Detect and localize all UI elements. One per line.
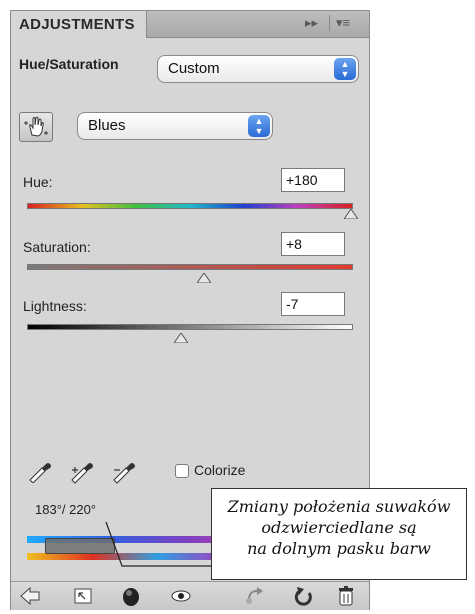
color-range-stepper-icon: ▲ ▼: [248, 115, 270, 137]
lightness-slider-track[interactable]: [27, 324, 353, 330]
hue-value-field[interactable]: +180: [281, 168, 345, 192]
expand-panel-icon[interactable]: ▸▸: [305, 15, 318, 31]
annotation-leader-line: [105, 521, 212, 567]
adjustments-tab[interactable]: ADJUSTMENTS: [11, 11, 147, 38]
lightness-slider-thumb[interactable]: [174, 333, 188, 343]
preset-select[interactable]: Custom ▲ ▼: [157, 55, 359, 83]
eyedropper-subtract-icon[interactable]: [111, 459, 137, 485]
mask-icon[interactable]: [121, 585, 141, 607]
annotation-line-2: odzwierciedlane są: [261, 518, 417, 537]
bottom-toolbar: [11, 581, 369, 610]
hue-slider-track[interactable]: [27, 203, 353, 209]
clip-layer-icon[interactable]: [73, 586, 95, 606]
color-range-value: Blues: [88, 117, 126, 134]
annotation-line-1: Zmiany położenia suwaków: [227, 497, 451, 516]
preset-stepper-icon: ▲ ▼: [334, 58, 356, 80]
hue-slider-thumb[interactable]: [344, 209, 358, 219]
colorize-checkbox[interactable]: [175, 464, 189, 478]
annotation-line-3: na dolnym pasku barw: [247, 539, 431, 558]
eyedropper-icon[interactable]: [27, 459, 53, 483]
adjustment-type-label: Hue/Saturation: [19, 56, 119, 72]
saturation-value-field[interactable]: +8: [281, 232, 345, 256]
color-range-select[interactable]: Blues ▲ ▼: [77, 112, 273, 140]
saturation-slider-track[interactable]: [27, 264, 353, 270]
saturation-label: Saturation:: [23, 239, 91, 255]
colorize-label: Colorize: [194, 462, 246, 478]
titlebar-divider: [329, 15, 330, 31]
lightness-value-field[interactable]: -7: [281, 292, 345, 316]
range-readout: 183°/ 220°: [35, 502, 97, 517]
eye-icon[interactable]: [169, 588, 193, 604]
lightness-label: Lightness:: [23, 298, 87, 314]
eyedropper-add-icon[interactable]: [69, 459, 95, 485]
back-arrow-icon[interactable]: [19, 586, 41, 606]
saturation-slider-thumb[interactable]: [197, 273, 211, 283]
preset-select-value: Custom: [168, 60, 220, 77]
trash-icon[interactable]: [337, 585, 355, 607]
hand-target-icon: [24, 116, 48, 137]
annotation-callout: Zmiany położenia suwaków odzwierciedlane…: [211, 488, 467, 580]
hue-label: Hue:: [23, 174, 53, 190]
panel-menu-icon[interactable]: ▾≡: [336, 15, 350, 31]
previous-state-icon[interactable]: [243, 586, 267, 606]
hand-target-button[interactable]: [19, 112, 53, 142]
panel-titlebar: ADJUSTMENTS ▸▸ ▾≡: [11, 11, 369, 38]
reset-icon[interactable]: [294, 585, 314, 607]
